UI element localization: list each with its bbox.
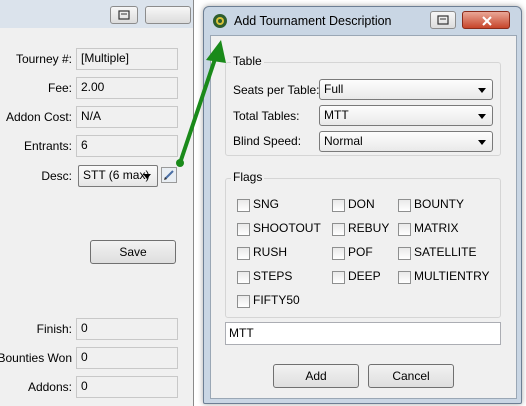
arrow-line [178,55,218,164]
arrow-head [206,40,226,63]
annotation-arrow [176,40,226,167]
arrow-tail-dot [176,159,184,167]
